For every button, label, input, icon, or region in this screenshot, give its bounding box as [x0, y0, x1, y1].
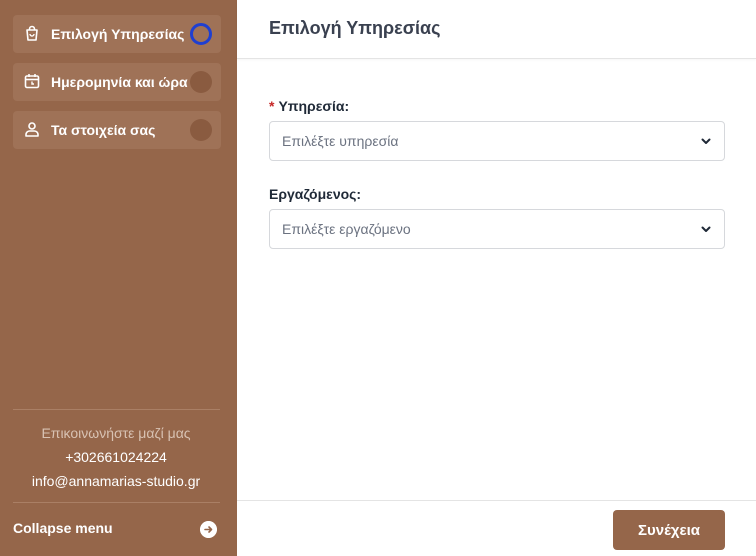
user-icon	[25, 122, 39, 137]
chevron-down-icon	[701, 138, 711, 144]
service-label-text: Υπηρεσία:	[278, 98, 350, 114]
contact-phone[interactable]: +302661024224	[0, 449, 232, 465]
service-label: * Υπηρεσία:	[269, 98, 349, 114]
step-date-time[interactable]: Ημερομηνία και ώρα	[13, 63, 221, 101]
arrow-right-circle-icon[interactable]	[200, 521, 217, 538]
step-your-details[interactable]: Τα στοιχεία σας	[13, 111, 221, 149]
required-mark: *	[269, 98, 275, 114]
chevron-down-icon	[701, 226, 711, 232]
calendar-icon	[24, 74, 40, 89]
collapse-menu-button[interactable]: Collapse menu	[13, 520, 113, 536]
step-status-indicator	[190, 71, 212, 93]
service-select[interactable]: Επιλέξτε υπηρεσία	[269, 121, 725, 161]
contact-title: Επικοινωνήστε μαζί μας	[41, 425, 191, 441]
sidebar-divider	[13, 502, 220, 503]
continue-button[interactable]: Συνέχεια	[613, 510, 725, 550]
step-status-indicator	[190, 119, 212, 141]
employee-label: Εργαζόμενος:	[269, 186, 362, 202]
contact-email[interactable]: info@annamarias-studio.gr	[0, 473, 232, 489]
employee-select-placeholder: Επιλέξτε εργαζόμενο	[282, 221, 411, 237]
step-status-indicator	[190, 23, 212, 45]
page-title: Επιλογή Υπηρεσίας	[269, 18, 441, 38]
step-label: Επιλογή Υπηρεσίας	[51, 26, 185, 42]
step-select-service[interactable]: Επιλογή Υπηρεσίας	[13, 15, 221, 53]
service-select-placeholder: Επιλέξτε υπηρεσία	[282, 133, 399, 149]
employee-select[interactable]: Επιλέξτε εργαζόμενο	[269, 209, 725, 249]
main-header: Επιλογή Υπηρεσίας	[237, 0, 756, 59]
sidebar-divider	[13, 409, 220, 410]
step-label: Ημερομηνία και ώρα	[51, 74, 188, 90]
shopping-bag-icon	[26, 25, 38, 41]
sidebar: Επιλογή Υπηρεσίας Ημερομηνία και ώρα Τα …	[0, 0, 237, 556]
step-label: Τα στοιχεία σας	[51, 122, 156, 138]
